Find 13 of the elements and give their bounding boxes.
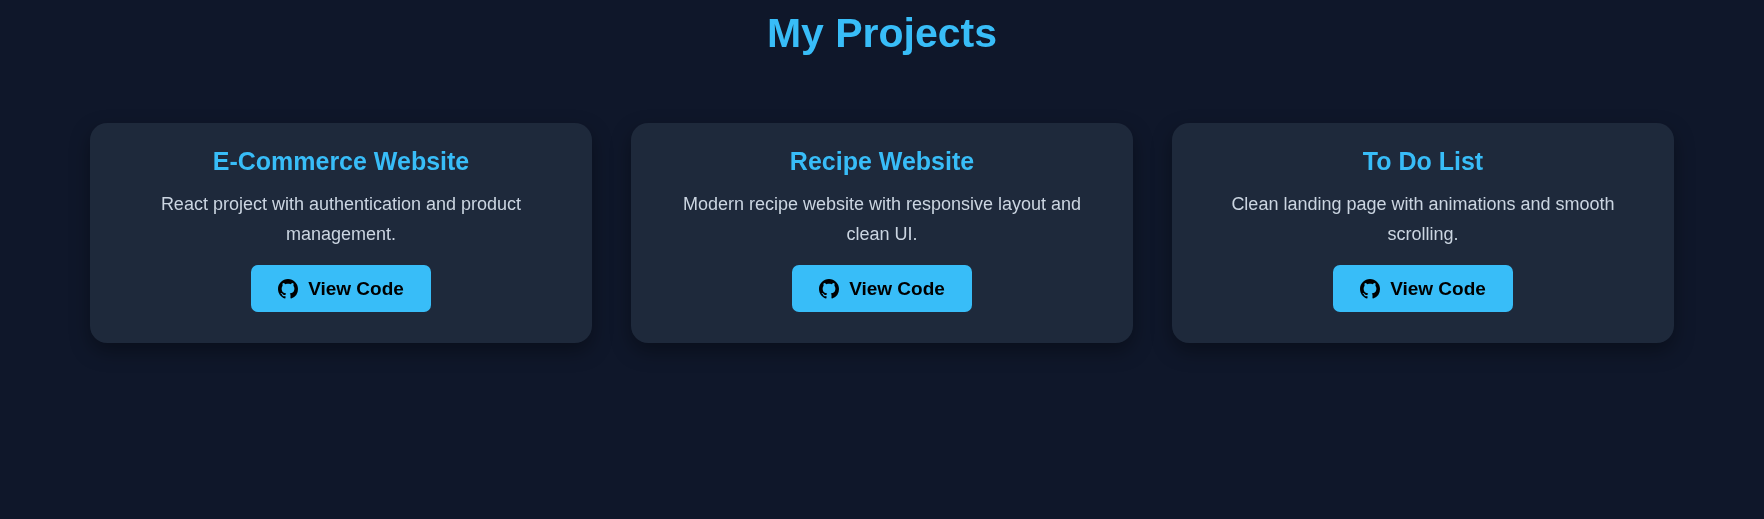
project-title: Recipe Website [788, 146, 976, 177]
view-code-button[interactable]: View Code [251, 265, 431, 312]
project-title: To Do List [1361, 146, 1485, 177]
project-title: E-Commerce Website [211, 146, 471, 177]
github-icon [819, 278, 840, 299]
section-title: My Projects [765, 9, 999, 58]
view-code-button[interactable]: View Code [792, 265, 972, 312]
project-description: Modern recipe website with responsive layout and clean UI. [681, 193, 1083, 246]
project-description: React project with authentication and product management. [159, 193, 523, 246]
view-code-button[interactable]: View Code [1333, 265, 1513, 312]
project-description: Clean landing page with animations and smooth scrolling. [1230, 193, 1616, 246]
github-icon [278, 278, 299, 299]
github-icon [1360, 278, 1381, 299]
